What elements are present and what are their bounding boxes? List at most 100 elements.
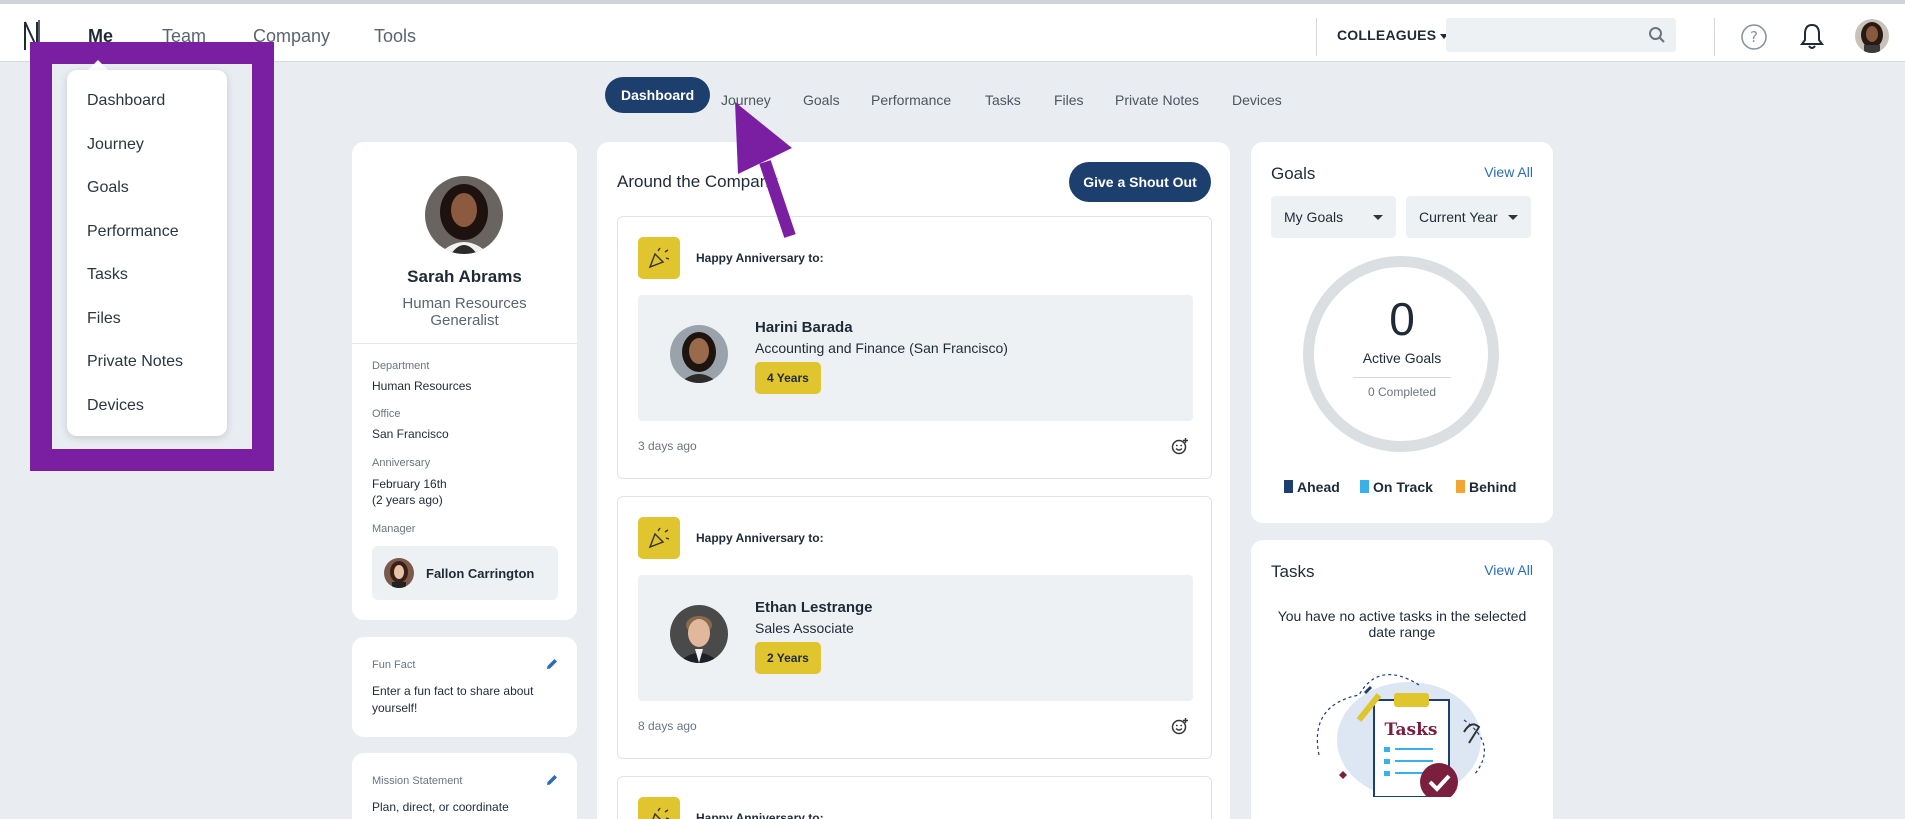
goals-card: Goals View All My Goals Current Year 0 A… — [1251, 142, 1553, 523]
goals-view-all-link[interactable]: View All — [1484, 164, 1533, 180]
post-timestamp: 3 days ago — [638, 439, 697, 453]
divider — [1714, 18, 1715, 56]
profile-title: Human Resources Generalist — [402, 295, 527, 329]
colleagues-dropdown[interactable]: COLLEAGUES — [1337, 27, 1449, 43]
legend-on-track: On Track — [1360, 479, 1433, 495]
menu-item-goals[interactable]: Goals — [87, 179, 129, 197]
mission-statement-card: Mission Statement Plan, direct, or coord… — [352, 753, 577, 819]
office-value: San Francisco — [372, 427, 449, 441]
person-name[interactable]: Harini Barada — [755, 319, 853, 336]
feed-post: Happy Anniversary to: — [617, 776, 1212, 819]
anniversary-detail: Harini Barada Accounting and Finance (Sa… — [638, 295, 1193, 421]
post-timestamp: 8 days ago — [638, 719, 697, 733]
goals-filter-value: My Goals — [1284, 209, 1344, 225]
tab-private-notes[interactable]: Private Notes — [1115, 86, 1199, 114]
tasks-illustration-label: Tasks — [1385, 720, 1438, 740]
menu-item-journey[interactable]: Journey — [87, 136, 144, 154]
tasks-title: Tasks — [1271, 562, 1315, 581]
tab-dashboard[interactable]: Dashboard — [605, 77, 711, 113]
profile-avatar — [425, 176, 503, 254]
search-icon[interactable] — [1648, 26, 1666, 44]
person-department: Sales Associate — [755, 620, 854, 636]
manager-link[interactable]: Fallon Carrington — [372, 546, 558, 600]
tasks-view-all-link[interactable]: View All — [1484, 562, 1533, 578]
goals-title: Goals — [1271, 164, 1316, 183]
feed-post: Happy Anniversary to: Harini Barada Acco… — [617, 216, 1212, 479]
person-avatar — [670, 325, 728, 383]
topnav-tools[interactable]: Tools — [374, 26, 416, 47]
divider — [352, 343, 577, 344]
legend-ahead: Ahead — [1284, 479, 1340, 495]
menu-item-devices[interactable]: Devices — [87, 397, 144, 415]
tasks-card: Tasks View All You have no active tasks … — [1251, 540, 1553, 819]
chevron-down-icon — [1508, 215, 1518, 220]
tab-performance[interactable]: Performance — [871, 86, 951, 114]
top-navigation-bar: Me Team Company Tools COLLEAGUES ? — [0, 0, 1905, 62]
anniversary-detail: Ethan Lestrange Sales Associate 2 Years — [638, 575, 1193, 701]
anniversary-label: Anniversary — [372, 457, 431, 469]
manager-label: Manager — [372, 523, 416, 535]
department-label: Department — [372, 360, 430, 372]
profile-name: Sarah Abrams — [407, 267, 522, 286]
fun-fact-label: Fun Fact — [372, 659, 416, 671]
divider — [1353, 377, 1451, 378]
manager-avatar — [384, 558, 414, 588]
person-name[interactable]: Ethan Lestrange — [755, 599, 873, 616]
user-avatar[interactable] — [1855, 19, 1889, 53]
completed-goals-count: 0 Completed — [1367, 385, 1437, 399]
menu-item-performance[interactable]: Performance — [87, 223, 179, 241]
menu-item-private-notes[interactable]: Private Notes — [87, 353, 183, 371]
pencil-icon[interactable] — [545, 773, 559, 787]
bell-icon[interactable] — [1797, 21, 1827, 51]
tasks-clipboard-illustration: Tasks — [1316, 674, 1485, 797]
divider — [1316, 18, 1317, 56]
years-badge: 2 Years — [755, 642, 821, 674]
pencil-icon[interactable] — [545, 657, 559, 671]
post-heading: Happy Anniversary to: — [696, 251, 824, 265]
manager-name: Fallon Carrington — [426, 566, 535, 581]
menu-item-files[interactable]: Files — [87, 310, 121, 328]
mission-text: Plan, direct, or coordinate — [372, 800, 509, 814]
person-department: Accounting and Finance (San Francisco) — [755, 340, 1008, 356]
annotation-arrow-icon — [735, 102, 796, 238]
tab-devices[interactable]: Devices — [1232, 86, 1282, 114]
menu-pointer — [88, 60, 108, 70]
help-icon[interactable]: ? — [1740, 23, 1768, 51]
active-goals-label: Active Goals — [1362, 350, 1442, 366]
department-value: Human Resources — [372, 379, 472, 393]
me-dropdown-menu: Dashboard Journey Goals Performance Task… — [67, 70, 227, 436]
give-shout-out-button[interactable]: Give a Shout Out — [1069, 162, 1211, 202]
party-popper-icon — [638, 517, 680, 559]
goals-filter-select[interactable]: My Goals — [1271, 196, 1396, 238]
party-popper-icon — [638, 797, 680, 819]
post-heading: Happy Anniversary to: — [696, 531, 824, 545]
add-reaction-icon[interactable] — [1171, 717, 1189, 735]
person-avatar — [670, 605, 728, 663]
svg-text:?: ? — [1750, 28, 1758, 46]
office-label: Office — [372, 408, 401, 420]
tab-files[interactable]: Files — [1054, 86, 1084, 114]
tab-tasks[interactable]: Tasks — [985, 86, 1021, 114]
legend-swatch — [1360, 480, 1369, 493]
around-the-company-card: Around the Company Give a Shout Out Happ… — [597, 142, 1230, 819]
anniversary-years: (2 years ago) — [372, 493, 443, 507]
years-badge: 4 Years — [755, 362, 821, 394]
tasks-empty-message: You have no active tasks in the selected… — [1277, 608, 1527, 640]
feed-post: Happy Anniversary to: Ethan Lestrange Sa… — [617, 496, 1212, 759]
legend-label: Ahead — [1297, 479, 1340, 495]
legend-label: On Track — [1373, 479, 1433, 495]
post-heading: Happy Anniversary to: — [696, 811, 824, 819]
chevron-down-icon — [1373, 215, 1383, 220]
add-reaction-icon[interactable] — [1171, 437, 1189, 455]
profile-card: Sarah Abrams Human Resources Generalist … — [352, 142, 577, 620]
period-filter-select[interactable]: Current Year — [1406, 196, 1531, 238]
legend-label: Behind — [1469, 479, 1517, 495]
menu-item-tasks[interactable]: Tasks — [87, 266, 128, 284]
fun-fact-text: Enter a fun fact to share about yourself… — [372, 684, 534, 715]
legend-behind: Behind — [1456, 479, 1516, 495]
search-input[interactable] — [1446, 18, 1676, 52]
period-filter-value: Current Year — [1419, 209, 1498, 225]
active-goals-count: 0 — [1389, 293, 1415, 345]
menu-item-dashboard[interactable]: Dashboard — [87, 92, 165, 110]
legend-swatch — [1456, 480, 1465, 493]
